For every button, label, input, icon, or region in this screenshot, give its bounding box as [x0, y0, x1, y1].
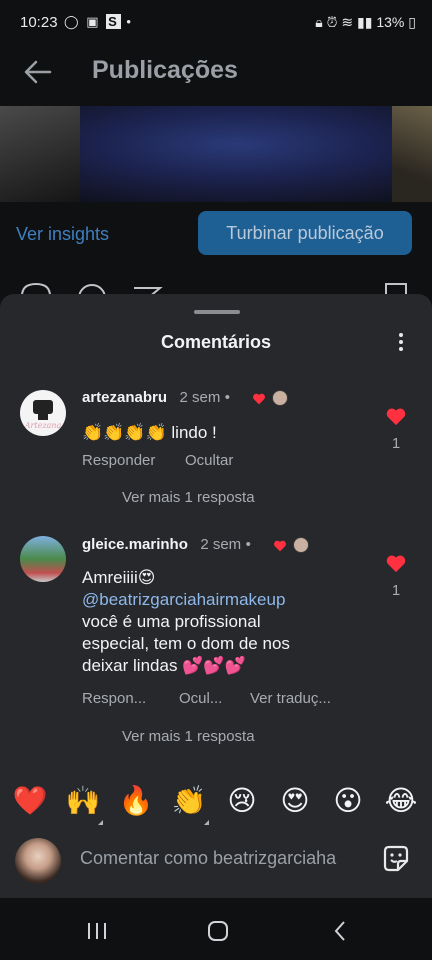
more-options-icon[interactable]: [392, 330, 410, 356]
sheet-title: Comentários: [160, 332, 272, 352]
wifi-icon: ≋: [341, 14, 354, 30]
alarm-icon: ⏰︎: [326, 14, 338, 30]
reply-button[interactable]: Respon...: [82, 690, 146, 707]
hide-button[interactable]: Ocultar: [185, 452, 233, 469]
home-icon[interactable]: [205, 918, 231, 944]
battery-icon: ▯: [408, 14, 416, 30]
clap-emoji-button[interactable]: 👏: [169, 784, 209, 817]
comment-header: gleice.marinho 2 sem •: [82, 536, 251, 554]
page-title: Publicações: [92, 56, 238, 84]
comment-text: Amreiiii😍 @beatrizgarciahairmakeup você …: [82, 567, 372, 677]
comment-emoji: 👏👏👏👏: [82, 423, 167, 442]
sticker-icon[interactable]: [380, 843, 412, 875]
status-right: 🔒︎ ⏰︎ ≋ ▮▮ 13% ▯: [315, 14, 416, 31]
comment-username[interactable]: gleice.marinho: [82, 536, 188, 553]
like-heart-icon[interactable]: [385, 406, 407, 426]
comment-username[interactable]: artezanabru: [82, 389, 167, 406]
signal-icon: ▮▮: [357, 14, 373, 30]
separator-dot: •: [224, 389, 231, 406]
comment-line: Amreiiii😍: [82, 568, 156, 587]
status-notification-icons: ◯ ▣ S •: [64, 14, 133, 30]
separator-dot: •: [245, 536, 251, 553]
post-image[interactable]: [0, 106, 432, 202]
heart-eyes-emoji-button[interactable]: 😍: [275, 784, 315, 817]
post-image-right: [392, 106, 432, 202]
heart-emoji-button[interactable]: ❤️: [10, 784, 50, 817]
see-translation-button[interactable]: Ver traduç...: [250, 690, 331, 707]
comment-mention[interactable]: @beatrizgarciahairmakeup: [82, 589, 372, 611]
fire-emoji-button[interactable]: 🔥: [116, 784, 156, 817]
avatar[interactable]: Artezana: [20, 390, 66, 436]
like-count: 1: [391, 582, 401, 599]
view-more-replies[interactable]: Ver mais 1 resposta: [122, 489, 255, 506]
battery-percent: 13%: [376, 14, 405, 30]
like-heart-icon[interactable]: [385, 553, 407, 573]
back-arrow-icon[interactable]: [18, 52, 58, 92]
laughing-emoji-button[interactable]: 😂: [381, 784, 421, 817]
comment-input[interactable]: Comentar como beatrizgarciaha: [80, 848, 336, 869]
s-app-icon: S: [106, 14, 121, 29]
artezana-logo-icon: Artezana: [24, 400, 62, 430]
comment-header: artezanabru 2 sem •: [82, 389, 230, 407]
post-image-left: [0, 106, 80, 202]
back-nav-icon[interactable]: [330, 918, 350, 944]
status-time: 10:23: [20, 14, 58, 31]
comment-time: 2 sem: [179, 389, 221, 406]
reply-button[interactable]: Responder: [82, 452, 155, 469]
gallery-icon: ▣: [86, 14, 101, 29]
comment-body: lindo !: [166, 423, 217, 442]
dot-icon: •: [126, 14, 133, 29]
crying-emoji-button[interactable]: 😢: [222, 784, 262, 817]
quick-reactions-bar: ❤️ 🙌 🔥 👏 😢 😍 😮 😂: [0, 784, 432, 825]
boost-post-button[interactable]: Turbinar publicação: [198, 211, 412, 255]
skin-tone-indicator-icon: [204, 820, 209, 825]
comment-line: especial, tem o dom de nos: [82, 634, 290, 653]
creator-avatar-mini: [272, 390, 288, 406]
view-more-replies[interactable]: Ver mais 1 resposta: [122, 728, 255, 745]
raised-hands-emoji-button[interactable]: 🙌: [63, 784, 103, 817]
creator-avatar-mini: [293, 537, 309, 553]
lock-icon: 🔒︎: [315, 14, 323, 30]
whatsapp-icon: ◯: [64, 14, 81, 29]
like-count: 1: [391, 435, 401, 452]
current-user-avatar: [15, 838, 61, 884]
surprised-emoji-button[interactable]: 😮: [328, 784, 368, 817]
comment-line: você é uma profissional: [82, 612, 261, 631]
recent-apps-icon[interactable]: [84, 920, 110, 942]
avatar[interactable]: [20, 536, 66, 582]
skin-tone-indicator-icon: [98, 820, 103, 825]
comment-time: 2 sem: [200, 536, 242, 553]
comment-line: deixar lindas 💕💕💕: [82, 656, 246, 675]
svg-text:Artezana: Artezana: [24, 421, 62, 430]
hide-button[interactable]: Ocul...: [179, 690, 222, 707]
comment-text: 👏👏👏👏 lindo !: [82, 422, 217, 444]
view-insights-link[interactable]: Ver insights: [16, 224, 109, 245]
creator-liked-heart-icon: [274, 540, 286, 552]
creator-liked-heart-icon: [253, 393, 265, 405]
sheet-drag-handle[interactable]: [194, 310, 240, 314]
